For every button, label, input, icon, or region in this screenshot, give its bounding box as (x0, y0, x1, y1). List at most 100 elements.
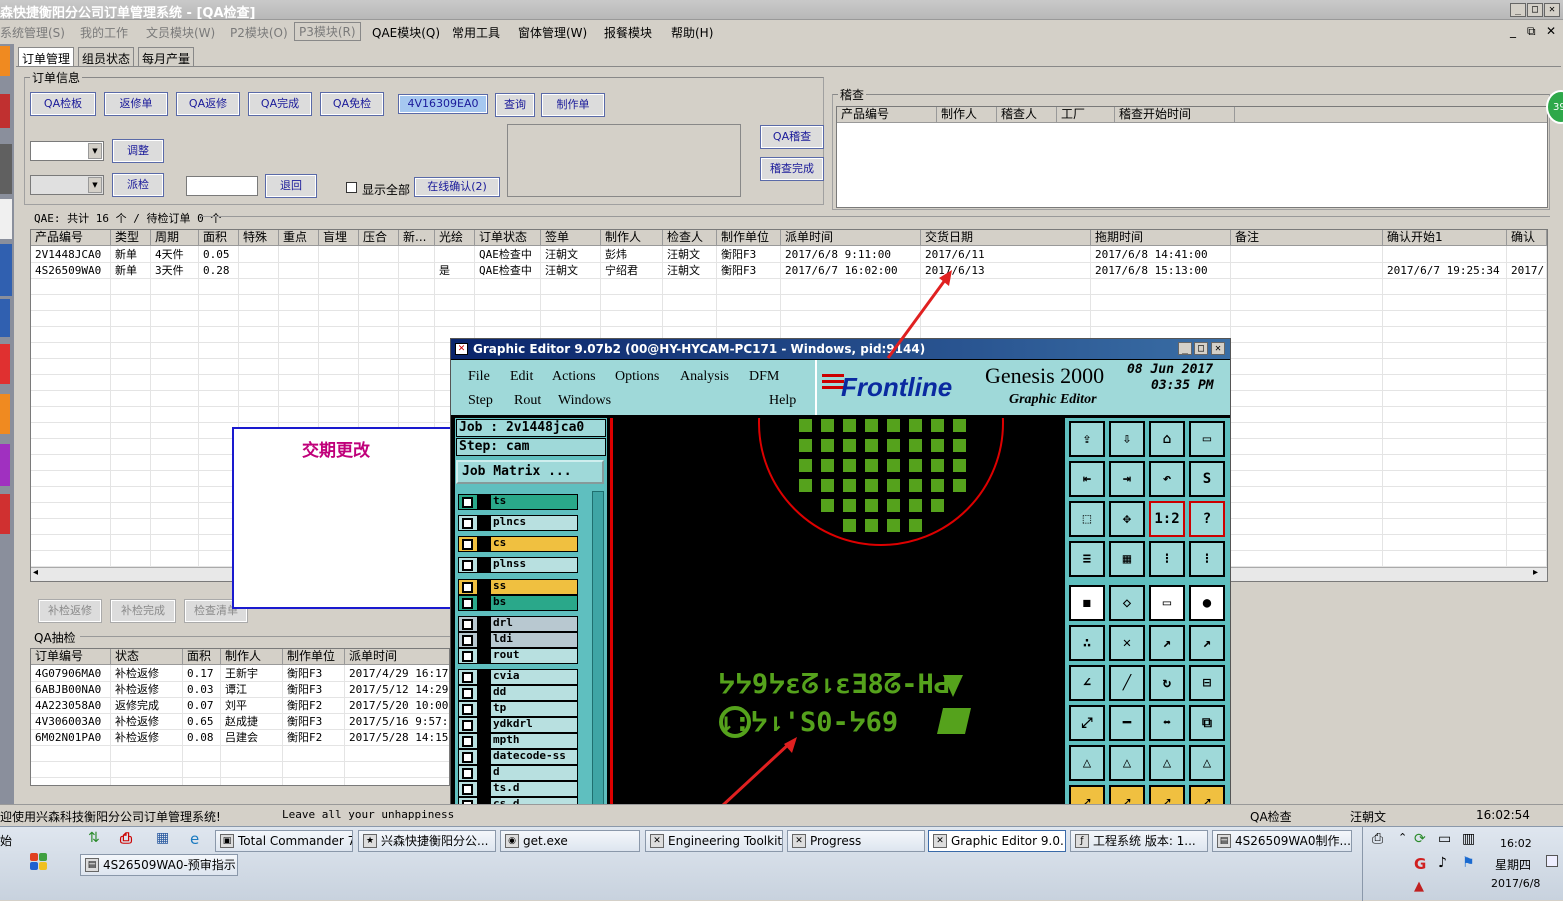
qae-col-header[interactable]: 检查人 (663, 230, 717, 246)
ge-minimize-button[interactable]: _ (1178, 342, 1192, 355)
tray-app-icon[interactable]: ▲ (1414, 879, 1424, 894)
layer-checkbox[interactable] (462, 768, 473, 779)
menu-meal[interactable]: 报餐模块 (604, 24, 652, 41)
layer-checkbox[interactable] (462, 672, 473, 683)
notes-box[interactable] (507, 124, 741, 197)
order-number-field[interactable]: 4V16309EA0 (398, 94, 488, 114)
sidebar-button-1[interactable] (0, 46, 10, 76)
clock-weekday[interactable]: 星期四 (1495, 856, 1531, 873)
ge-menu-file[interactable]: File (468, 369, 490, 385)
audit-col-factory[interactable]: 工厂 (1057, 107, 1115, 123)
sidebar-button-7[interactable] (0, 344, 10, 384)
close-button[interactable]: ✕ (1544, 3, 1560, 17)
tray-network-icon[interactable]: ▥ (1462, 831, 1475, 847)
ge-menu-dfm[interactable]: DFM (749, 369, 779, 385)
qae-col-header[interactable]: 特殊 (239, 230, 279, 246)
ge-tool-button[interactable]: ↶ (1149, 461, 1185, 497)
layer-row[interactable]: d (458, 765, 578, 781)
ge-tool-button[interactable]: ▭ (1189, 421, 1225, 457)
scroll-left-icon[interactable]: ◂ (33, 567, 38, 578)
layer-row[interactable]: ts (458, 494, 578, 510)
audit-col-auditor[interactable]: 稽查人 (997, 107, 1057, 123)
ge-tool-button[interactable]: ∠ (1069, 665, 1105, 701)
show-all-checkbox[interactable] (346, 182, 357, 193)
ge-tool-button[interactable]: ∴ (1069, 625, 1105, 661)
clock-time[interactable]: 16:02 (1500, 837, 1532, 850)
ge-tool-button[interactable]: S (1189, 461, 1225, 497)
ge-tool-button[interactable]: △ (1149, 745, 1185, 781)
qae-col-header[interactable]: 制作单位 (717, 230, 781, 246)
layer-row[interactable]: plnss (458, 557, 578, 573)
qae-col-header[interactable]: 周期 (151, 230, 199, 246)
recheck-repair-button[interactable]: 补检返修 (38, 599, 102, 623)
tray-volume-icon[interactable]: ♪ (1438, 855, 1447, 871)
tray-flag-icon[interactable]: ⚑ (1462, 855, 1475, 871)
minimize-button[interactable]: _ (1510, 3, 1526, 17)
qae-col-header[interactable]: 制作人 (601, 230, 663, 246)
taskbar-order-system[interactable]: ★ 兴森快捷衡阳分公... (358, 830, 496, 852)
qae-col-header[interactable]: 拖期时间 (1091, 230, 1231, 246)
tray-g-icon[interactable]: G (1414, 855, 1426, 873)
qae-col-header[interactable]: 面积 (199, 230, 239, 246)
child-restore-button[interactable]: ⧉ (1527, 24, 1536, 39)
ge-tool-button[interactable]: ⬌ (1149, 705, 1185, 741)
ge-tool-button[interactable]: ⇤ (1069, 461, 1105, 497)
sidebar-button-9[interactable] (0, 444, 10, 486)
ge-tool-button[interactable]: ⇥ (1109, 461, 1145, 497)
audit-col-product[interactable]: 产品编号 (837, 107, 937, 123)
taskbar-make-order[interactable]: ▤ 4S26509WA0制作... (1212, 830, 1352, 852)
filter-combo[interactable]: ▼ (30, 141, 104, 161)
job-matrix-button[interactable]: Job Matrix ... (456, 460, 604, 484)
layer-checkbox[interactable] (462, 598, 473, 609)
maximize-button[interactable]: □ (1527, 3, 1543, 17)
sidebar-button-2[interactable] (0, 94, 10, 128)
qae-col-header[interactable]: 盲埋 (319, 230, 359, 246)
layer-checkbox[interactable] (462, 752, 473, 763)
layer-checkbox[interactable] (462, 784, 473, 795)
ge-tool-button[interactable]: ▭ (1149, 585, 1185, 621)
layer-row[interactable]: plncs (458, 515, 578, 531)
start-orb-icon[interactable] (30, 853, 48, 871)
layer-checkbox[interactable] (462, 539, 473, 550)
ge-tool-button[interactable]: ⤢ (1069, 705, 1105, 741)
query-button[interactable]: 查询 (495, 93, 535, 117)
start-button[interactable]: 始 (0, 832, 12, 849)
qa-complete-button[interactable]: QA完成 (248, 92, 312, 116)
ge-tool-button[interactable]: △ (1069, 745, 1105, 781)
tray-sync-icon[interactable]: ⟳ (1414, 831, 1426, 847)
sidebar-button-3[interactable] (0, 144, 12, 194)
menu-p2[interactable]: P2模块(O) (230, 24, 288, 41)
chevron-down-icon[interactable]: ▼ (88, 143, 102, 159)
audit-col-maker[interactable]: 制作人 (937, 107, 997, 123)
input-field[interactable] (186, 176, 258, 196)
recheck-complete-button[interactable]: 补检完成 (110, 599, 176, 623)
audit-grid[interactable]: 产品编号 制作人 稽查人 工厂 稽查开始时间 (836, 106, 1548, 208)
menu-my-work[interactable]: 我的工作 (80, 24, 128, 41)
ge-tool-button[interactable]: ⌂ (1149, 421, 1185, 457)
layer-row[interactable]: ldi (458, 632, 578, 648)
ge-tool-button[interactable]: ◼ (1069, 585, 1105, 621)
ge-tool-button[interactable]: △ (1189, 745, 1225, 781)
qa-repair-button[interactable]: QA返修 (176, 92, 240, 116)
audit-complete-button[interactable]: 稽查完成 (760, 157, 824, 181)
ge-menu-step[interactable]: Step (468, 393, 493, 409)
menu-qae[interactable]: QAE模块(Q) (372, 24, 440, 41)
ge-tool-button[interactable]: ↗ (1149, 625, 1185, 661)
make-order-button[interactable]: 制作单 (541, 93, 605, 117)
qae-col-header[interactable]: 派单时间 (781, 230, 921, 246)
ge-menu-edit[interactable]: Edit (510, 369, 533, 385)
menu-clerk[interactable]: 文员模块(W) (146, 24, 215, 41)
qae-col-header[interactable]: 确认开始1 (1383, 230, 1507, 246)
qa-col-header[interactable]: 制作单位 (283, 649, 345, 665)
return-button[interactable]: 退回 (265, 174, 317, 198)
qa-audit-button[interactable]: QA稽查 (760, 125, 824, 149)
ge-menu-analysis[interactable]: Analysis (680, 369, 729, 385)
layer-row[interactable]: dd (458, 685, 578, 701)
layer-row[interactable]: bs (458, 595, 578, 611)
qae-col-header[interactable]: 类型 (111, 230, 151, 246)
quicklaunch-calc-icon[interactable]: ▦ (156, 830, 169, 846)
layer-checkbox[interactable] (462, 651, 473, 662)
layer-row[interactable]: datecode-ss (458, 749, 578, 765)
qa-exempt-button[interactable]: QA免检 (320, 92, 384, 116)
ge-tool-button[interactable]: ? (1189, 501, 1225, 537)
